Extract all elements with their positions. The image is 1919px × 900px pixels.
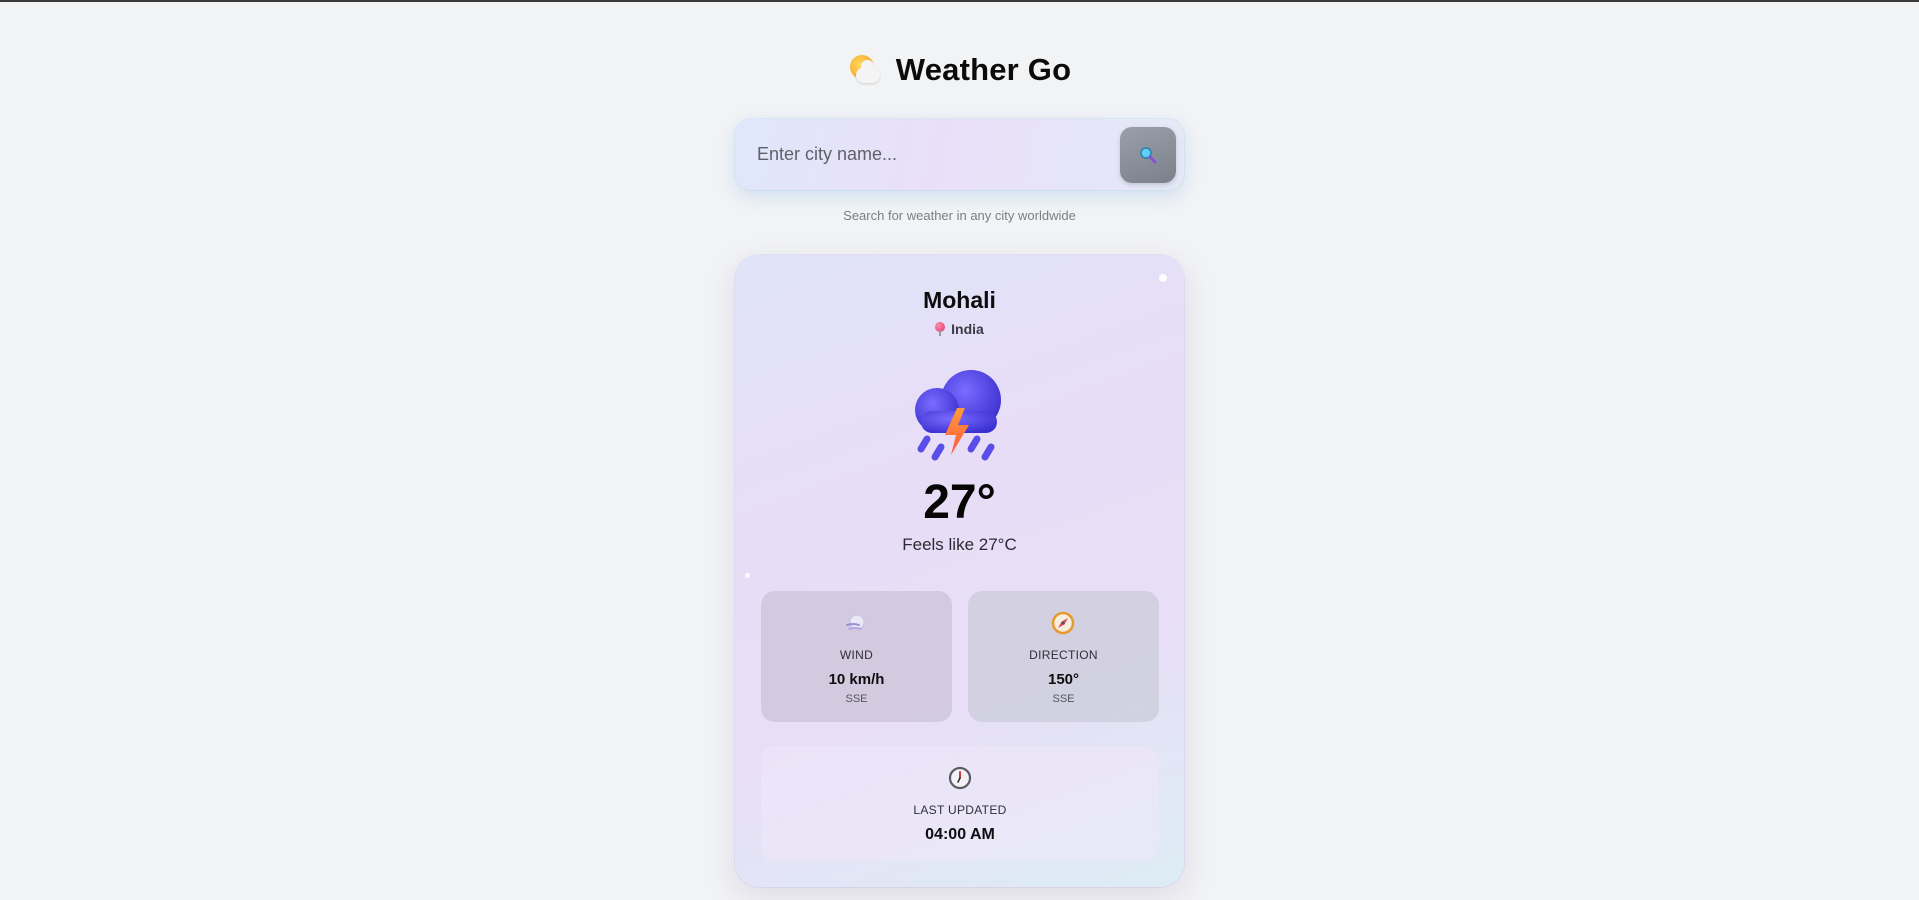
city-search-input[interactable] [735, 119, 1120, 190]
wind-stat-card: WIND 10 km/h SSE [761, 591, 952, 722]
clock-icon [948, 766, 972, 790]
wind-speed-value: 10 km/h [828, 671, 885, 688]
feels-like-text: Feels like 27°C [902, 535, 1017, 554]
last-updated-label: LAST UPDATED [913, 803, 1007, 817]
last-updated-time: 04:00 AM [925, 826, 995, 843]
direction-degrees-value: 150° [1047, 671, 1080, 688]
direction-abbrev: SSE [1052, 693, 1075, 705]
compass-icon [1051, 611, 1075, 635]
direction-label: DIRECTION [1029, 648, 1098, 662]
search-bar [735, 119, 1184, 190]
app-title: Weather Go [895, 52, 1072, 87]
thunderstorm-rain-cloud-icon [915, 370, 1001, 461]
weather-app: Weather Go Search for weather in any cit… [0, 2, 1919, 900]
search-hint: Search for weather in any city worldwide [843, 208, 1076, 223]
app-header: Weather Go [0, 52, 1919, 88]
search-button[interactable] [1120, 126, 1176, 183]
pushpin-icon [935, 322, 946, 336]
temperature-value: 27° [923, 476, 996, 529]
wind-label: WIND [839, 648, 874, 662]
location-row: India [735, 321, 1184, 337]
magnifier-icon [1140, 146, 1157, 163]
sparkle-decoration [1159, 274, 1167, 282]
wind-icon [846, 614, 865, 630]
weather-card: Mohali India 27° Feels like 27°C WIND 10… [735, 255, 1184, 887]
direction-stat-card: DIRECTION 150° SSE [968, 591, 1159, 722]
city-name: Mohali [923, 287, 996, 313]
country-name: India [951, 321, 984, 337]
last-updated-card: LAST UPDATED 04:00 AM [761, 746, 1159, 861]
sparkle-decoration [745, 573, 750, 578]
wind-direction-abbrev: SSE [845, 693, 868, 705]
sun-behind-cloud-icon [848, 53, 882, 87]
